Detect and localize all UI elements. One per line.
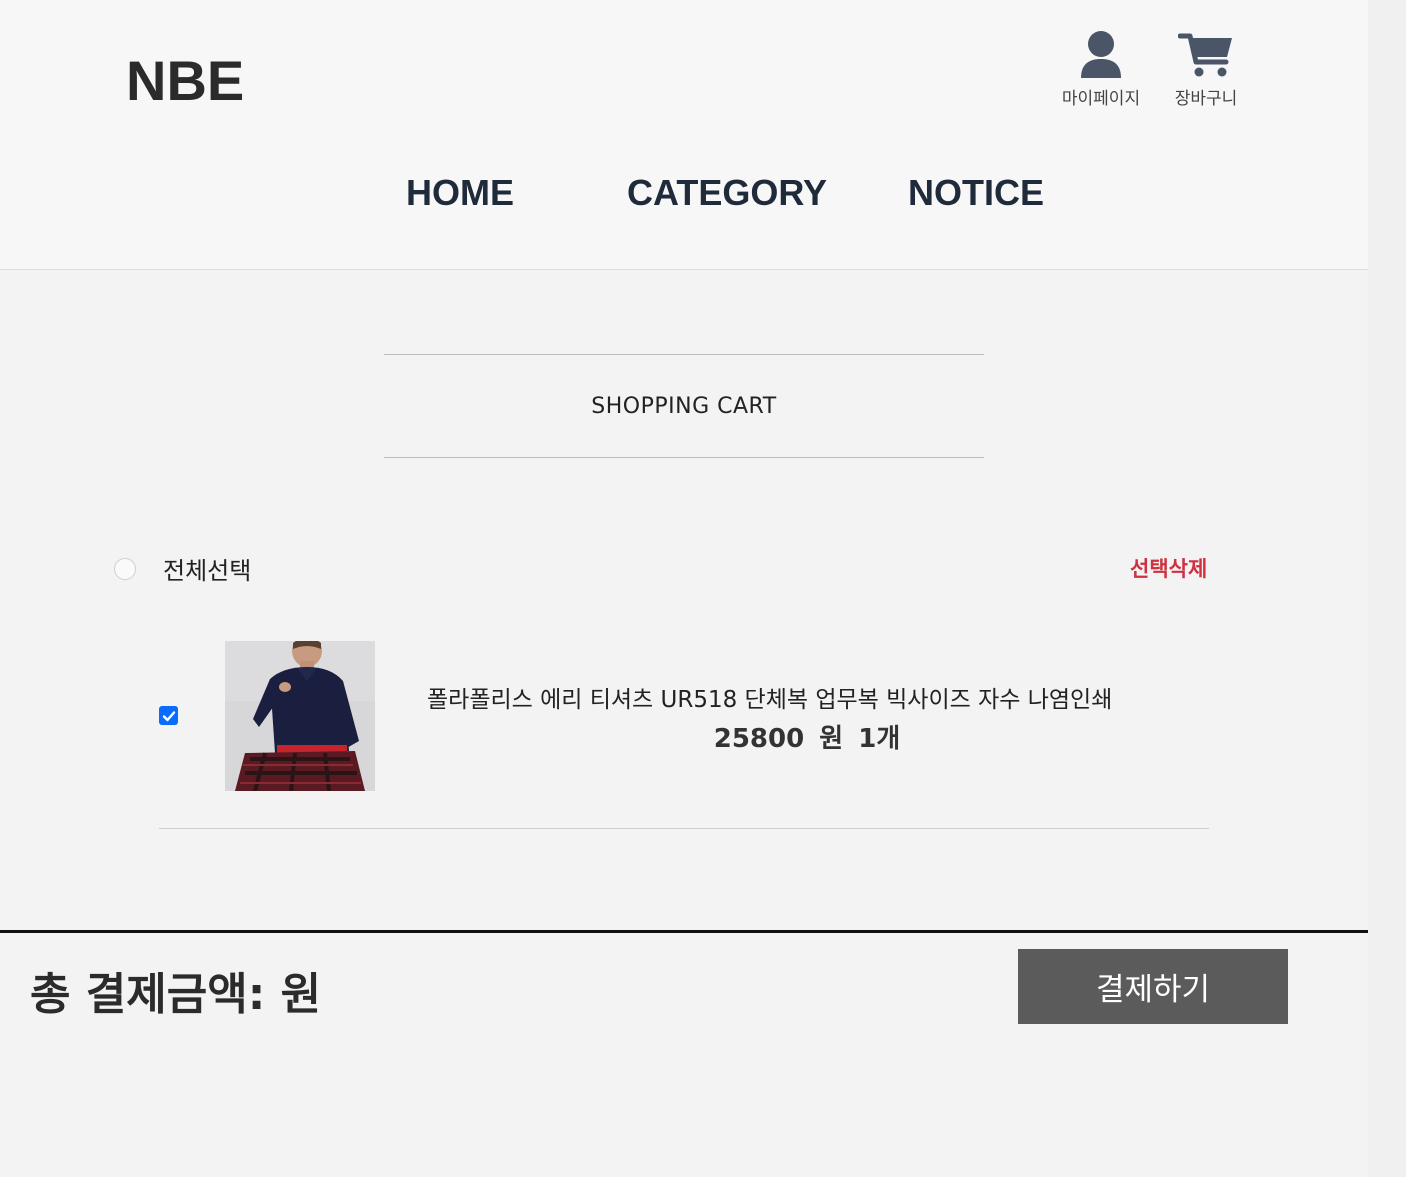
nav-notice[interactable]: NOTICE (908, 172, 1044, 214)
user-icon (1081, 31, 1121, 78)
nav-category[interactable]: CATEGORY (627, 172, 827, 214)
product-price: 25800 (713, 724, 805, 754)
product-name[interactable]: 폴라폴리스 에리 티셔츠 UR518 단체복 업무복 빅사이즈 자수 나염인쇄 (427, 680, 1112, 714)
product-image[interactable] (225, 641, 375, 791)
summary-divider (0, 930, 1368, 933)
cart-item: 폴라폴리스 에리 티셔츠 UR518 단체복 업무복 빅사이즈 자수 나염인쇄 … (159, 640, 1209, 829)
site-header: NBE 마이페이지 장바구니 HOME CATEGORY NOTICE (0, 0, 1368, 270)
site-logo[interactable]: NBE (126, 48, 244, 113)
select-all-label: 전체선택 (163, 557, 252, 585)
delete-selected-button[interactable]: 선택삭제 (1130, 553, 1207, 583)
select-all-toggle[interactable]: 전체선택 (114, 551, 251, 586)
nav-home[interactable]: HOME (406, 172, 514, 214)
cart-link[interactable]: 장바구니 (1156, 30, 1256, 109)
mypage-link[interactable]: 마이페이지 (1051, 30, 1151, 109)
main-nav: HOME CATEGORY NOTICE (0, 172, 1368, 222)
scrollbar-track[interactable] (1368, 0, 1406, 1177)
total-amount: 총 결제금액: 원 (30, 969, 322, 1020)
product-currency: 원 (819, 724, 844, 754)
cart-label: 장바구니 (1174, 89, 1238, 109)
select-all-radio[interactable] (114, 557, 136, 580)
checkout-button[interactable]: 결제하기 (1018, 949, 1288, 1024)
polo-shirt-photo-icon (225, 641, 375, 791)
product-quantity: 1개 (858, 724, 901, 754)
cart-title: SHOPPING CART (384, 354, 984, 458)
product-price-quantity: 25800 원 1개 (159, 718, 1406, 755)
shopping-cart-icon (1178, 33, 1232, 77)
mypage-label: 마이페이지 (1061, 89, 1141, 109)
